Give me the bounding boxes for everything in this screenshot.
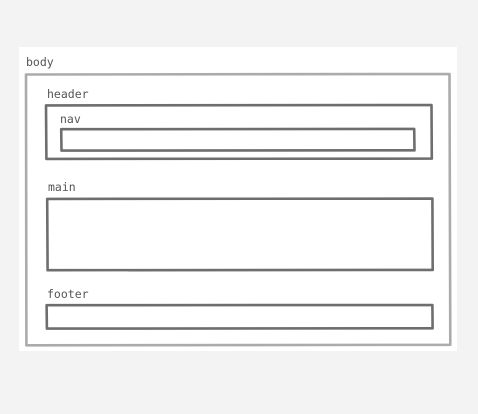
footer-box bbox=[45, 303, 434, 330]
main-label: main bbox=[48, 180, 76, 194]
nav-label: nav bbox=[60, 112, 81, 126]
body-label: body bbox=[26, 55, 54, 69]
header-label: header bbox=[47, 87, 89, 101]
layout-diagram: body header nav main footer bbox=[0, 0, 478, 414]
wireframe-drawing bbox=[24, 72, 452, 347]
footer-label: footer bbox=[47, 287, 89, 301]
main-box bbox=[45, 197, 434, 272]
nav-box bbox=[59, 127, 416, 152]
